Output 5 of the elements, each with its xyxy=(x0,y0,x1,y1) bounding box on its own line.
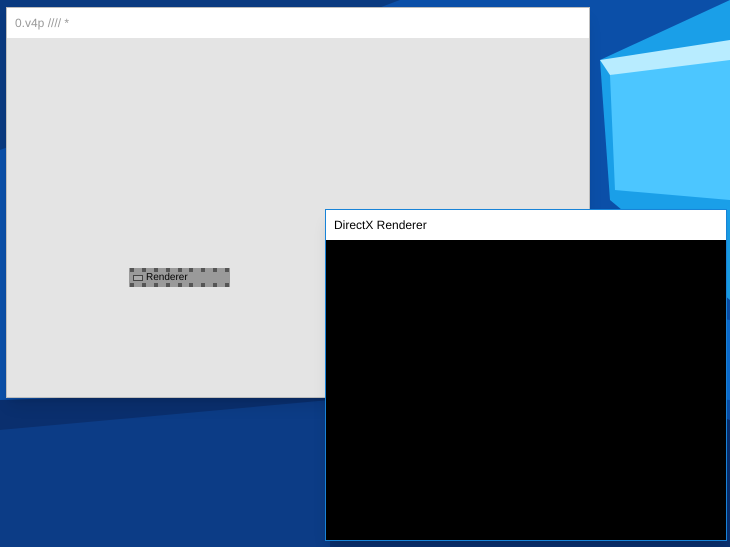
node-label: Renderer xyxy=(146,272,188,282)
window-title: 0.v4p //// * xyxy=(15,15,70,32)
window-icon xyxy=(133,274,143,280)
renderer-node[interactable]: Renderer xyxy=(129,268,230,287)
window-title: DirectX Renderer xyxy=(334,217,427,234)
